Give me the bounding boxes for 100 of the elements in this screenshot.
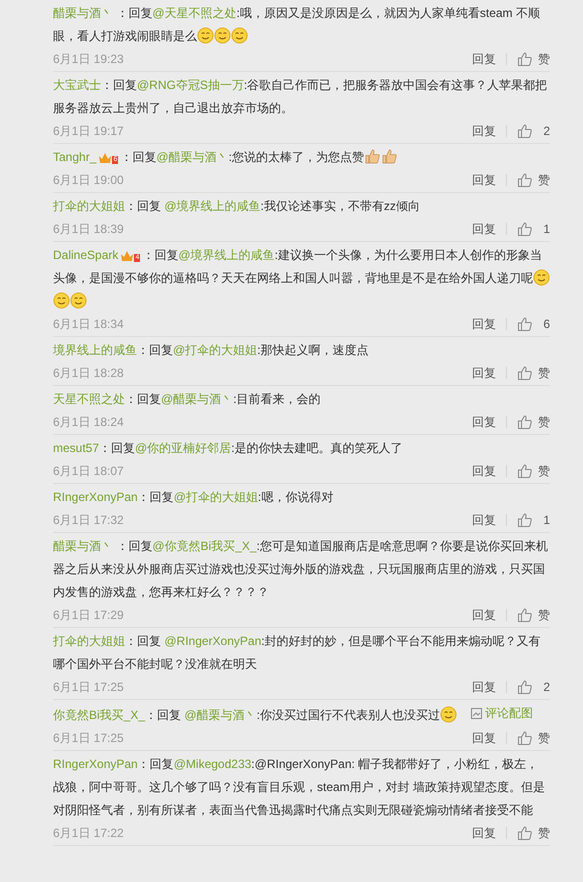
reply-button[interactable]: 回复 (472, 678, 496, 696)
comment-time: 6月1日 19:00 (53, 172, 125, 188)
reply-button[interactable]: 回复 (472, 314, 496, 332)
mention-link[interactable]: @打伞的大姐姐 (173, 343, 258, 357)
thumbs-up-icon[interactable] (517, 364, 533, 380)
smiley-emoji-icon (70, 292, 87, 309)
thumbs-up-icon[interactable] (517, 512, 533, 528)
comment-text: 大宝武士：回复@RNG夺冠S抽一万:谷歌自己作而已，把服务器放中国会有这事？人苹果都把服务器放云上贵州了，自己退出放弃市场的。 (53, 77, 548, 117)
like-count: 赞 (538, 824, 550, 842)
username-link[interactable]: RIngerXonyPan (53, 757, 138, 771)
comment-time: 6月1日 17:25 (53, 678, 125, 696)
reply-button[interactable]: 回复 (472, 824, 496, 842)
like-count: 6 (542, 316, 550, 332)
comment-text: RIngerXonyPan：回复@打伞的大姐姐:嗯，你说得对 (53, 489, 334, 506)
reply-button[interactable]: 回复 (472, 170, 496, 188)
like-count: 赞 (538, 50, 550, 68)
like-count: 1 (542, 512, 550, 528)
mention-link[interactable]: @境界线上的咸鱼 (178, 248, 275, 262)
mention-link[interactable]: @RIngerXonyPan (164, 634, 262, 648)
mention-link[interactable]: @醋栗与酒丶 (184, 708, 257, 722)
mention-link[interactable]: @醋栗与酒丶 (156, 150, 229, 164)
like-count: 2 (542, 678, 550, 696)
comment-time: 6月1日 18:24 (53, 414, 125, 430)
username-link[interactable]: 打伞的大姐姐 (53, 199, 125, 213)
smiley-emoji-icon (440, 706, 457, 723)
comment-text: mesut57：回复@你的亚楠好邻居:是的你快去建吧。真的笑死人了 (53, 440, 404, 457)
like-count: 1 (542, 220, 550, 238)
reply-button[interactable]: 回复 (472, 606, 496, 624)
comment-time: 6月1日 17:22 (53, 824, 125, 842)
comment-text: 境界线上的咸鱼：回复@打伞的大姐姐:那快起义啊，速度点 (53, 342, 370, 359)
comment-time: 6月1日 17:29 (53, 606, 125, 624)
reply-button[interactable]: 回复 (472, 364, 496, 382)
reply-button[interactable]: 回复 (472, 220, 496, 238)
reply-button[interactable]: 回复 (472, 510, 496, 528)
like-count: 赞 (538, 364, 550, 382)
smiley-emoji-icon (214, 27, 231, 44)
thumbs-up-emoji-icon (380, 148, 398, 165)
mention-link[interactable]: @醋栗与酒丶 (161, 392, 234, 406)
like-count: 赞 (538, 172, 550, 188)
like-count: 赞 (538, 414, 550, 430)
comment-text: RIngerXonyPan：回复@Mikegod233:@RIngerXonyPan: 帽子我都带好了，小粉红，极左，战狼，阿中哥哥。这几个够了吗？没有盲目乐观，steam用户，对封 墙政策持观望态度。但是对阴阳怪气者，别有所谋者，表面当代鲁迅揭露时代痛点实则无限碰瓷煽动情绪者接受不能 (53, 756, 546, 819)
username-link[interactable]: 醋栗与酒丶 (53, 539, 113, 553)
comment-time: 6月1日 18:07 (53, 462, 125, 480)
thumbs-up-icon[interactable] (517, 462, 533, 478)
smiley-emoji-icon (197, 27, 214, 44)
reply-button[interactable]: 回复 (472, 122, 496, 140)
thumbs-up-icon[interactable] (517, 220, 533, 236)
reply-button[interactable]: 回复 (472, 50, 496, 68)
username-link[interactable]: 打伞的大姐姐 (53, 634, 125, 648)
mention-link[interactable]: @你竟然Bi我买_X_ (152, 539, 257, 553)
comment-time: 6月1日 18:34 (53, 316, 125, 332)
username-link[interactable]: RIngerXonyPan (53, 490, 138, 504)
thumbs-up-icon[interactable] (517, 678, 533, 694)
comment-text: 你竟然Bi我买_X_：回复 @醋栗与酒丶:你没买过国行不代表别人也没买过 评论配图 (53, 702, 550, 727)
username-link[interactable]: DalineSpark (53, 248, 118, 262)
thumbs-up-icon[interactable] (517, 824, 533, 840)
reply-button[interactable]: 回复 (472, 412, 496, 430)
comment-text: 醋栗与酒丶 ：回复@你竟然Bi我买_X_:您可是知道国服商店是啥意思啊？你要是说你买回来机器之后从来没从外服商店买过游戏也没买过海外版的游戏盘，只玩国服商店里的游戏，只买国内发售的游戏盘，您再来杠好么？？？？ (53, 538, 549, 601)
mention-link[interactable]: @天星不照之处 (152, 6, 237, 20)
comment-text: 天星不照之处：回复@醋栗与酒丶:目前看来，会的 (53, 391, 322, 408)
thumbs-up-icon[interactable] (517, 122, 533, 138)
username-link[interactable]: mesut57 (53, 441, 100, 455)
smiley-emoji-icon (231, 27, 248, 44)
comment-text: 醋栗与酒丶 ：回复@天星不照之处:哦，原因又是没原因是么，就因为人家单纯看steam 不顺眼，看人打游戏闹眼睛是么 (53, 5, 541, 46)
like-count: 赞 (538, 730, 550, 746)
mention-link[interactable]: @你的亚楠好邻居 (135, 441, 232, 455)
comment-time: 6月1日 18:39 (53, 220, 125, 238)
image-icon (470, 708, 482, 719)
like-count: 2 (542, 122, 550, 140)
comment-time: 6月1日 17:25 (53, 730, 125, 746)
comment-text: 打伞的大姐姐：回复 @RIngerXonyPan:封的好封的妙，但是哪个平台不能用来煽动呢？又有哪个国外平台不能封呢？没准就在明天 (53, 633, 542, 673)
mention-link[interactable]: @境界线上的咸鱼 (164, 199, 261, 213)
username-link[interactable]: 你竟然Bi我买_X_ (53, 708, 146, 722)
thumbs-up-icon[interactable] (517, 730, 533, 746)
comment-time: 6月1日 17:32 (53, 512, 125, 528)
reply-button[interactable]: 回复 (472, 728, 496, 746)
username-link[interactable]: 天星不照之处 (53, 392, 125, 406)
like-count: 赞 (538, 462, 550, 480)
mention-link[interactable]: @打伞的大姐姐 (174, 490, 258, 504)
username-link[interactable]: 醋栗与酒丶 (53, 6, 113, 20)
comment-time: 6月1日 19:23 (53, 50, 125, 68)
thumbs-up-icon[interactable] (517, 414, 533, 430)
username-link[interactable]: 大宝武士 (53, 78, 101, 92)
username-link[interactable]: 境界线上的咸鱼 (53, 343, 137, 357)
comment-time: 6月1日 18:28 (53, 364, 125, 382)
comment-image-link[interactable]: 评论配图 (470, 702, 533, 725)
thumbs-up-icon[interactable] (517, 172, 533, 188)
mention-link[interactable]: @RNG夺冠S抽一万 (137, 78, 244, 92)
comment-text: 打伞的大姐姐：回复 @境界线上的咸鱼:我仅论述事实，不带有zz倾向 (53, 198, 421, 215)
reply-button[interactable]: 回复 (472, 462, 496, 480)
thumbs-up-emoji-icon (364, 148, 381, 165)
mention-link[interactable]: @Mikegod233 (174, 757, 252, 771)
thumbs-up-icon[interactable] (517, 606, 533, 622)
like-count: 赞 (538, 606, 550, 624)
username-link[interactable]: Tanghr_ (53, 150, 96, 164)
thumbs-up-icon[interactable] (517, 316, 533, 332)
thumbs-up-icon[interactable] (517, 50, 533, 66)
smiley-emoji-icon (53, 292, 70, 309)
comment-time: 6月1日 19:17 (53, 122, 125, 140)
smiley-emoji-icon (533, 269, 550, 286)
